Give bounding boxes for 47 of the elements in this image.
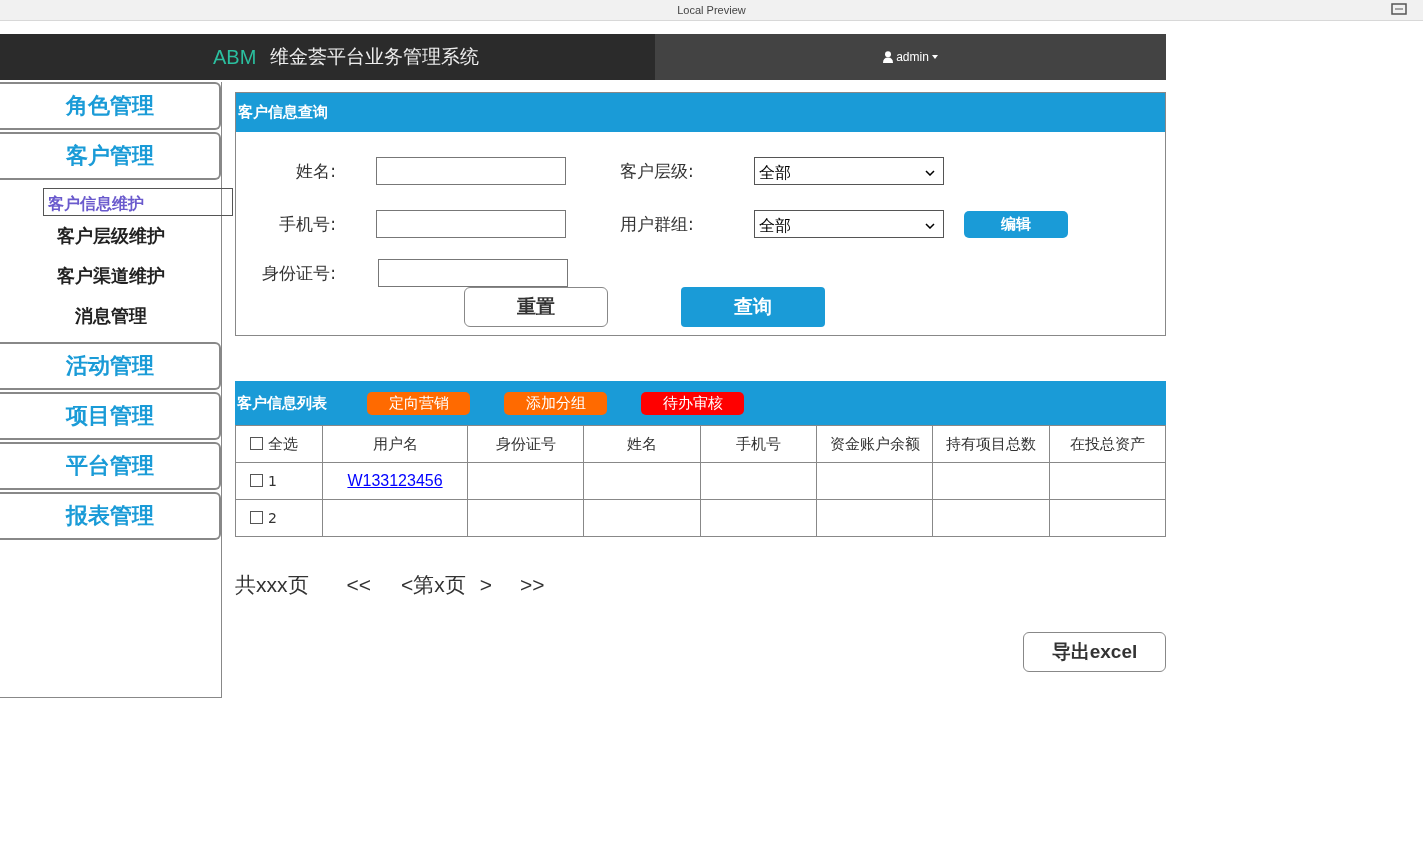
table-header-cell: 全选 [235,425,323,463]
table-header-cell: 资金账户余额 [816,425,933,463]
browser-title: Local Preview [677,4,746,16]
user-menu[interactable]: admin [883,50,938,64]
field-label: 用户群组: [620,212,695,236]
input-field[interactable] [376,157,566,185]
reset-button[interactable]: 重置 [464,287,608,327]
table-header-cell: 姓名 [583,425,701,463]
current-page-link[interactable]: <第x页 [401,571,466,599]
field-label: 身份证号: [261,261,336,285]
table-cell: 2 [235,499,323,537]
chevron-icon [925,170,935,176]
chevron-icon [925,223,935,229]
checkbox[interactable] [250,436,263,450]
field-label: 手机号: [278,212,336,236]
system-title: 维金荟平台业务管理系统 [270,44,480,69]
checkbox[interactable] [250,474,263,487]
logo: ABM [213,45,257,69]
submenu-item[interactable]: 客户层级维护 [56,216,165,256]
table-header-cell: 在投总资产 [1049,425,1166,463]
table-header-cell: 手机号 [700,425,817,463]
page-total: 共xxx页 [235,572,309,598]
table-header-cell: 持有项目总数 [932,425,1050,463]
last-page-link[interactable]: >> [520,573,545,597]
table-header-cell: 用户名 [322,425,468,463]
field-label: 姓名: [295,159,336,183]
export-button[interactable]: 导出excel [1023,632,1166,672]
list-title: 客户信息列表 [237,393,327,413]
table-header-cell: 身份证号 [467,425,584,463]
caret-icon [931,55,938,59]
submenu-item[interactable]: 客户信息维护 [42,188,233,216]
checkbox[interactable] [250,511,263,524]
table-cell: 1 [235,462,323,500]
window-icon[interactable] [1391,3,1407,15]
submenu-item[interactable]: 客户渠道维护 [56,256,165,296]
dropdown[interactable]: 全部 [754,157,944,185]
input-field[interactable] [376,210,566,238]
first-page-link[interactable]: << [346,573,372,597]
dropdown[interactable]: 全部 [754,210,944,238]
field-label: 客户层级: [620,159,695,183]
next-page-link[interactable]: > [479,573,493,597]
user-icon [883,51,894,63]
username-link[interactable]: W133123456 [347,472,443,489]
input-field[interactable] [378,259,568,287]
action-button[interactable]: 待办审核 [641,391,744,415]
panel-title: 客户信息查询 [238,103,328,122]
submenu-item[interactable]: 消息管理 [74,296,147,336]
